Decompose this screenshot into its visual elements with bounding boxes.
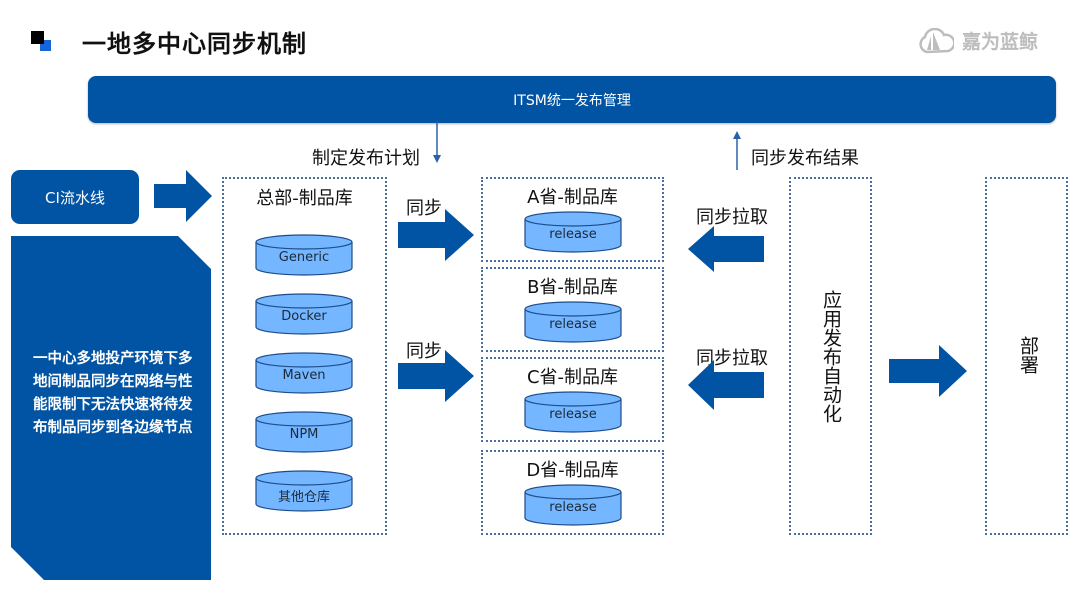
hq-repo-label: Maven [282,368,326,383]
ci-pipeline-label: CI流水线 [45,188,105,207]
province-repo-label: release [549,227,597,242]
hq-repo-label: Generic [278,250,330,265]
plan-down-arrow-icon [433,122,441,163]
problem-note-text: 一中心多地投产环境下多地间制品同步在网络与性能限制下无法快速将待发布制品同步到各… [33,351,193,436]
province-repository-title: D省-制品库 [526,460,619,481]
hq-repo-label: Docker [281,309,327,324]
hq-repository-title: 总部-制品库 [256,188,353,209]
release-automation-label: 应用发布自动化 [820,290,842,423]
hq-repo-label: 其他仓库 [277,490,330,505]
ci-to-hq-arrow-icon [154,170,212,222]
automation-to-deploy-arrow-icon [889,345,967,397]
sync-arrow-right-icon [398,350,474,402]
province-repo-label: release [549,407,597,422]
itsm-release-management-bar[interactable]: ITSM统一发布管理 [88,76,1056,123]
province-repository-title: A省-制品库 [527,187,618,208]
result-up-arrow-icon [733,131,741,170]
itsm-label: ITSM统一发布管理 [513,92,631,109]
pull-arrow-left-icon [688,226,764,272]
brand-name: 嘉为蓝鲸 [962,31,1039,53]
province-repo-label: release [549,500,597,515]
deploy-label: 部署 [1017,336,1039,374]
ci-pipeline-box[interactable]: CI流水线 [11,170,139,224]
province-repository-title: C省-制品库 [526,367,619,388]
sync-arrow-right-icon [398,209,474,261]
page-title: 一地多中心同步机制 [82,30,307,58]
cloud-sail-logo-icon [919,27,954,53]
plan-release-label: 制定发布计划 [312,148,420,169]
hq-repo-label: NPM [289,427,319,442]
brand-logo: 嘉为蓝鲸 [918,27,1038,54]
sync-result-label: 同步发布结果 [751,148,859,169]
province-repository-title: B省-制品库 [527,277,618,298]
pull-arrow-left-icon [688,360,764,410]
title-marker-icon [31,31,44,44]
province-repo-label: release [549,317,597,332]
